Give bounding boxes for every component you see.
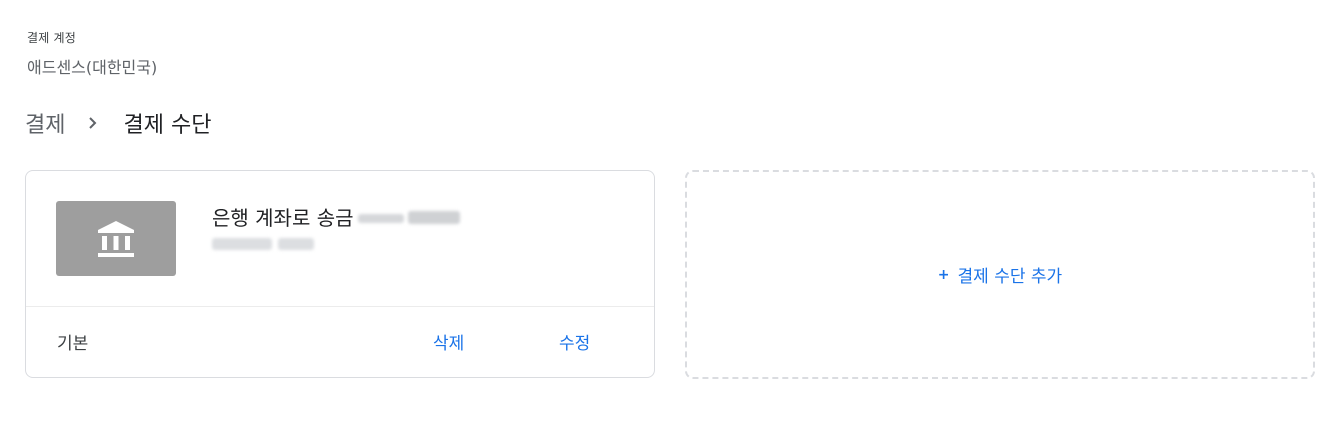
- chevron-right-icon: [77, 107, 111, 139]
- breadcrumb-parent-link[interactable]: 결제: [25, 107, 65, 139]
- redacted-account-number: [407, 211, 460, 224]
- redacted-account-info: [357, 214, 404, 223]
- delete-button[interactable]: 삭제: [433, 329, 464, 354]
- edit-button[interactable]: 수정: [559, 329, 590, 354]
- add-payment-method-card[interactable]: + 결제 수단 추가: [685, 170, 1315, 379]
- payment-method-actions: 기본 삭제 수정: [26, 307, 654, 377]
- payment-method-details: 은행 계좌로 송금: [26, 171, 654, 307]
- bank-icon: [56, 201, 176, 276]
- redacted-account-holder: [212, 238, 272, 250]
- payment-method-name: 은행 계좌로 송금: [212, 206, 354, 230]
- account-name: 애드센스(대한민국): [27, 58, 158, 77]
- payment-method-card: 은행 계좌로 송금 기본 삭제 수정: [25, 170, 655, 378]
- payment-method-title: 은행 계좌로 송금: [212, 202, 460, 231]
- payment-methods-page: 결제 계정 애드센스(대한민국) 결제 결제 수단 은행 계좌로 송금 기본 삭…: [0, 0, 1344, 429]
- account-label: 결제 계정: [27, 31, 76, 45]
- breadcrumb: 결제 결제 수단: [25, 107, 211, 139]
- payment-method-subtitle: [212, 238, 314, 250]
- default-status-label: 기본: [57, 334, 89, 354]
- add-payment-method-label: 결제 수단 추가: [957, 267, 1063, 287]
- page-title: 결제 수단: [123, 113, 212, 138]
- add-payment-method-button[interactable]: + 결제 수단 추가: [937, 262, 1063, 288]
- redacted-bank-name: [278, 238, 314, 250]
- plus-icon: +: [937, 266, 950, 283]
